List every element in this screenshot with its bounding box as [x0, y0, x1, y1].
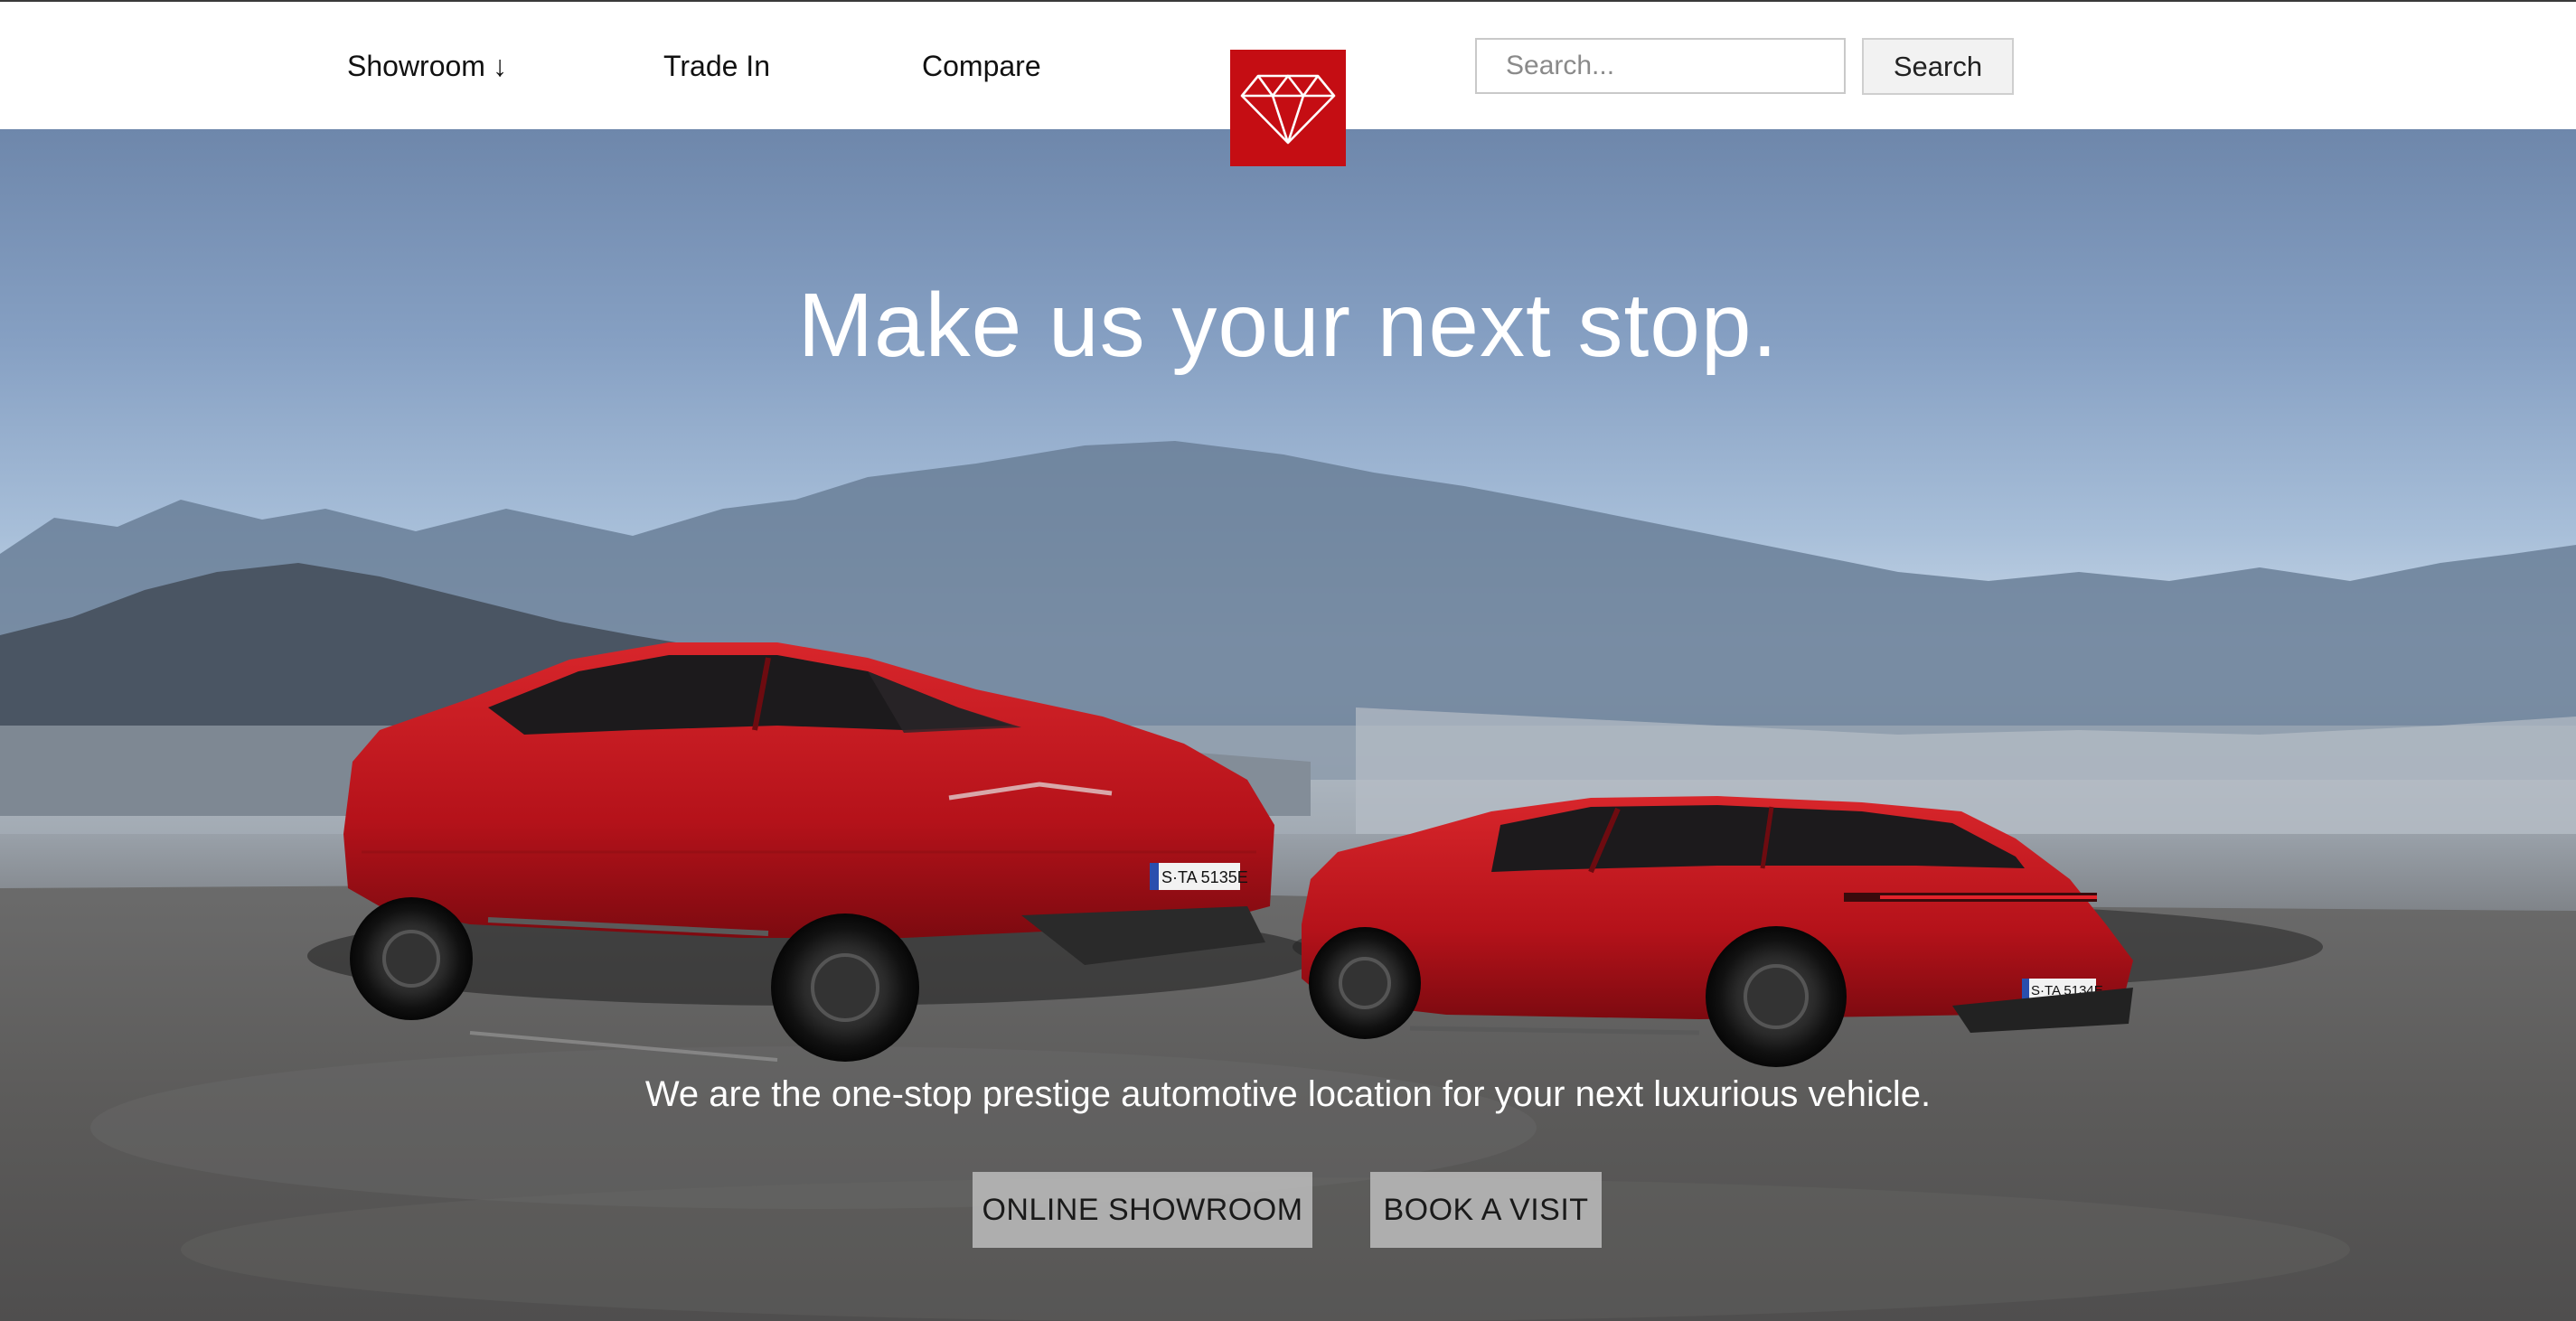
- search-button[interactable]: Search: [1862, 38, 2014, 95]
- brand-logo[interactable]: [1230, 50, 1346, 166]
- nav-showroom-label: Showroom: [347, 50, 485, 82]
- book-visit-button[interactable]: BOOK A VISIT: [1370, 1172, 1602, 1248]
- car-right: S·TA 5134E: [1302, 796, 2133, 1067]
- search-input[interactable]: [1475, 38, 1846, 94]
- online-showroom-button[interactable]: ONLINE SHOWROOM: [973, 1172, 1312, 1248]
- nav-compare[interactable]: Compare: [922, 43, 1041, 89]
- hero-title: Make us your next stop.: [797, 275, 1779, 376]
- arrow-down-icon: ↓: [492, 50, 507, 82]
- diamond-icon: [1240, 74, 1336, 144]
- nav-trade-in[interactable]: Trade In: [663, 43, 770, 89]
- hero-section: S·TA 5135E S·TA 5134E Make us your next …: [0, 129, 2576, 1321]
- plate-left-car: S·TA 5135E: [1161, 868, 1248, 886]
- nav-showroom[interactable]: Showroom ↓: [347, 43, 507, 89]
- hero-subtitle: We are the one-stop prestige automotive …: [644, 1074, 1932, 1114]
